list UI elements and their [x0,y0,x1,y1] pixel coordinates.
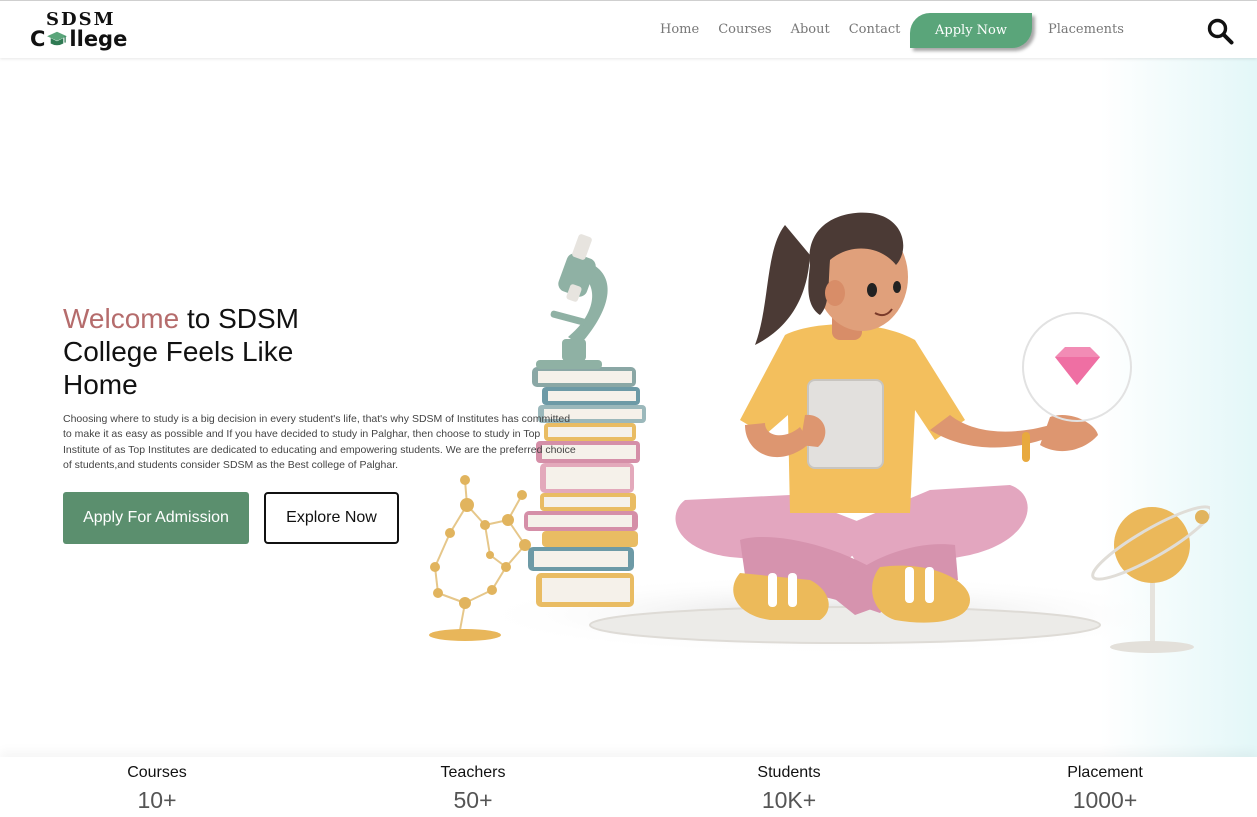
hero-title-accent: Welcome [63,303,180,334]
search-icon[interactable] [1206,17,1234,45]
nav-placements[interactable]: Placements [1048,22,1124,37]
nav-courses[interactable]: Courses [718,22,771,37]
stat-label: Placement [1067,764,1143,781]
stat-label: Courses [127,764,187,781]
hero-description: Choosing where to study is a big decisio… [63,413,576,471]
stat-courses: Courses 10+ [57,763,257,815]
college-logo[interactable]: SDSM C llege [30,9,140,53]
student-figure [675,212,1098,623]
graduation-cap-icon [47,31,68,46]
stat-label: Students [757,764,821,781]
stat-students: Students 10K+ [689,763,889,815]
stat-placement: Placement 1000+ [1005,763,1205,815]
stat-value: 50+ [453,787,493,813]
microscope [536,234,608,369]
logo-text-bottom: C llege [30,27,127,51]
stat-value: 10+ [137,787,177,813]
nav-about[interactable]: About [791,22,830,37]
apply-for-admission-button[interactable]: Apply For Admission [63,492,249,544]
stat-label: Teachers [440,764,506,781]
stats-bar: Courses 10+ Teachers 50+ Students 10K+ P… [0,757,1257,817]
navbar: SDSM C llege Home Courses About Contact … [0,0,1257,58]
logo-letter-c: C [30,27,46,51]
nav-home[interactable]: Home [660,22,699,37]
diamond-bubble [1022,312,1132,422]
nav-contact[interactable]: Contact [849,22,901,37]
explore-now-button[interactable]: Explore Now [264,492,399,544]
stat-value: 10K+ [761,787,817,813]
logo-letters-llege: llege [69,27,128,51]
hero-title: Welcome to SDSM College Feels Like Home [63,302,363,401]
nav-apply-now-button[interactable]: Apply Now [910,13,1032,48]
stat-value: 1000+ [1072,787,1138,813]
stat-teachers: Teachers 50+ [373,763,573,815]
main-navigation: Home Courses About Contact [660,1,919,58]
book-stack [524,367,646,607]
